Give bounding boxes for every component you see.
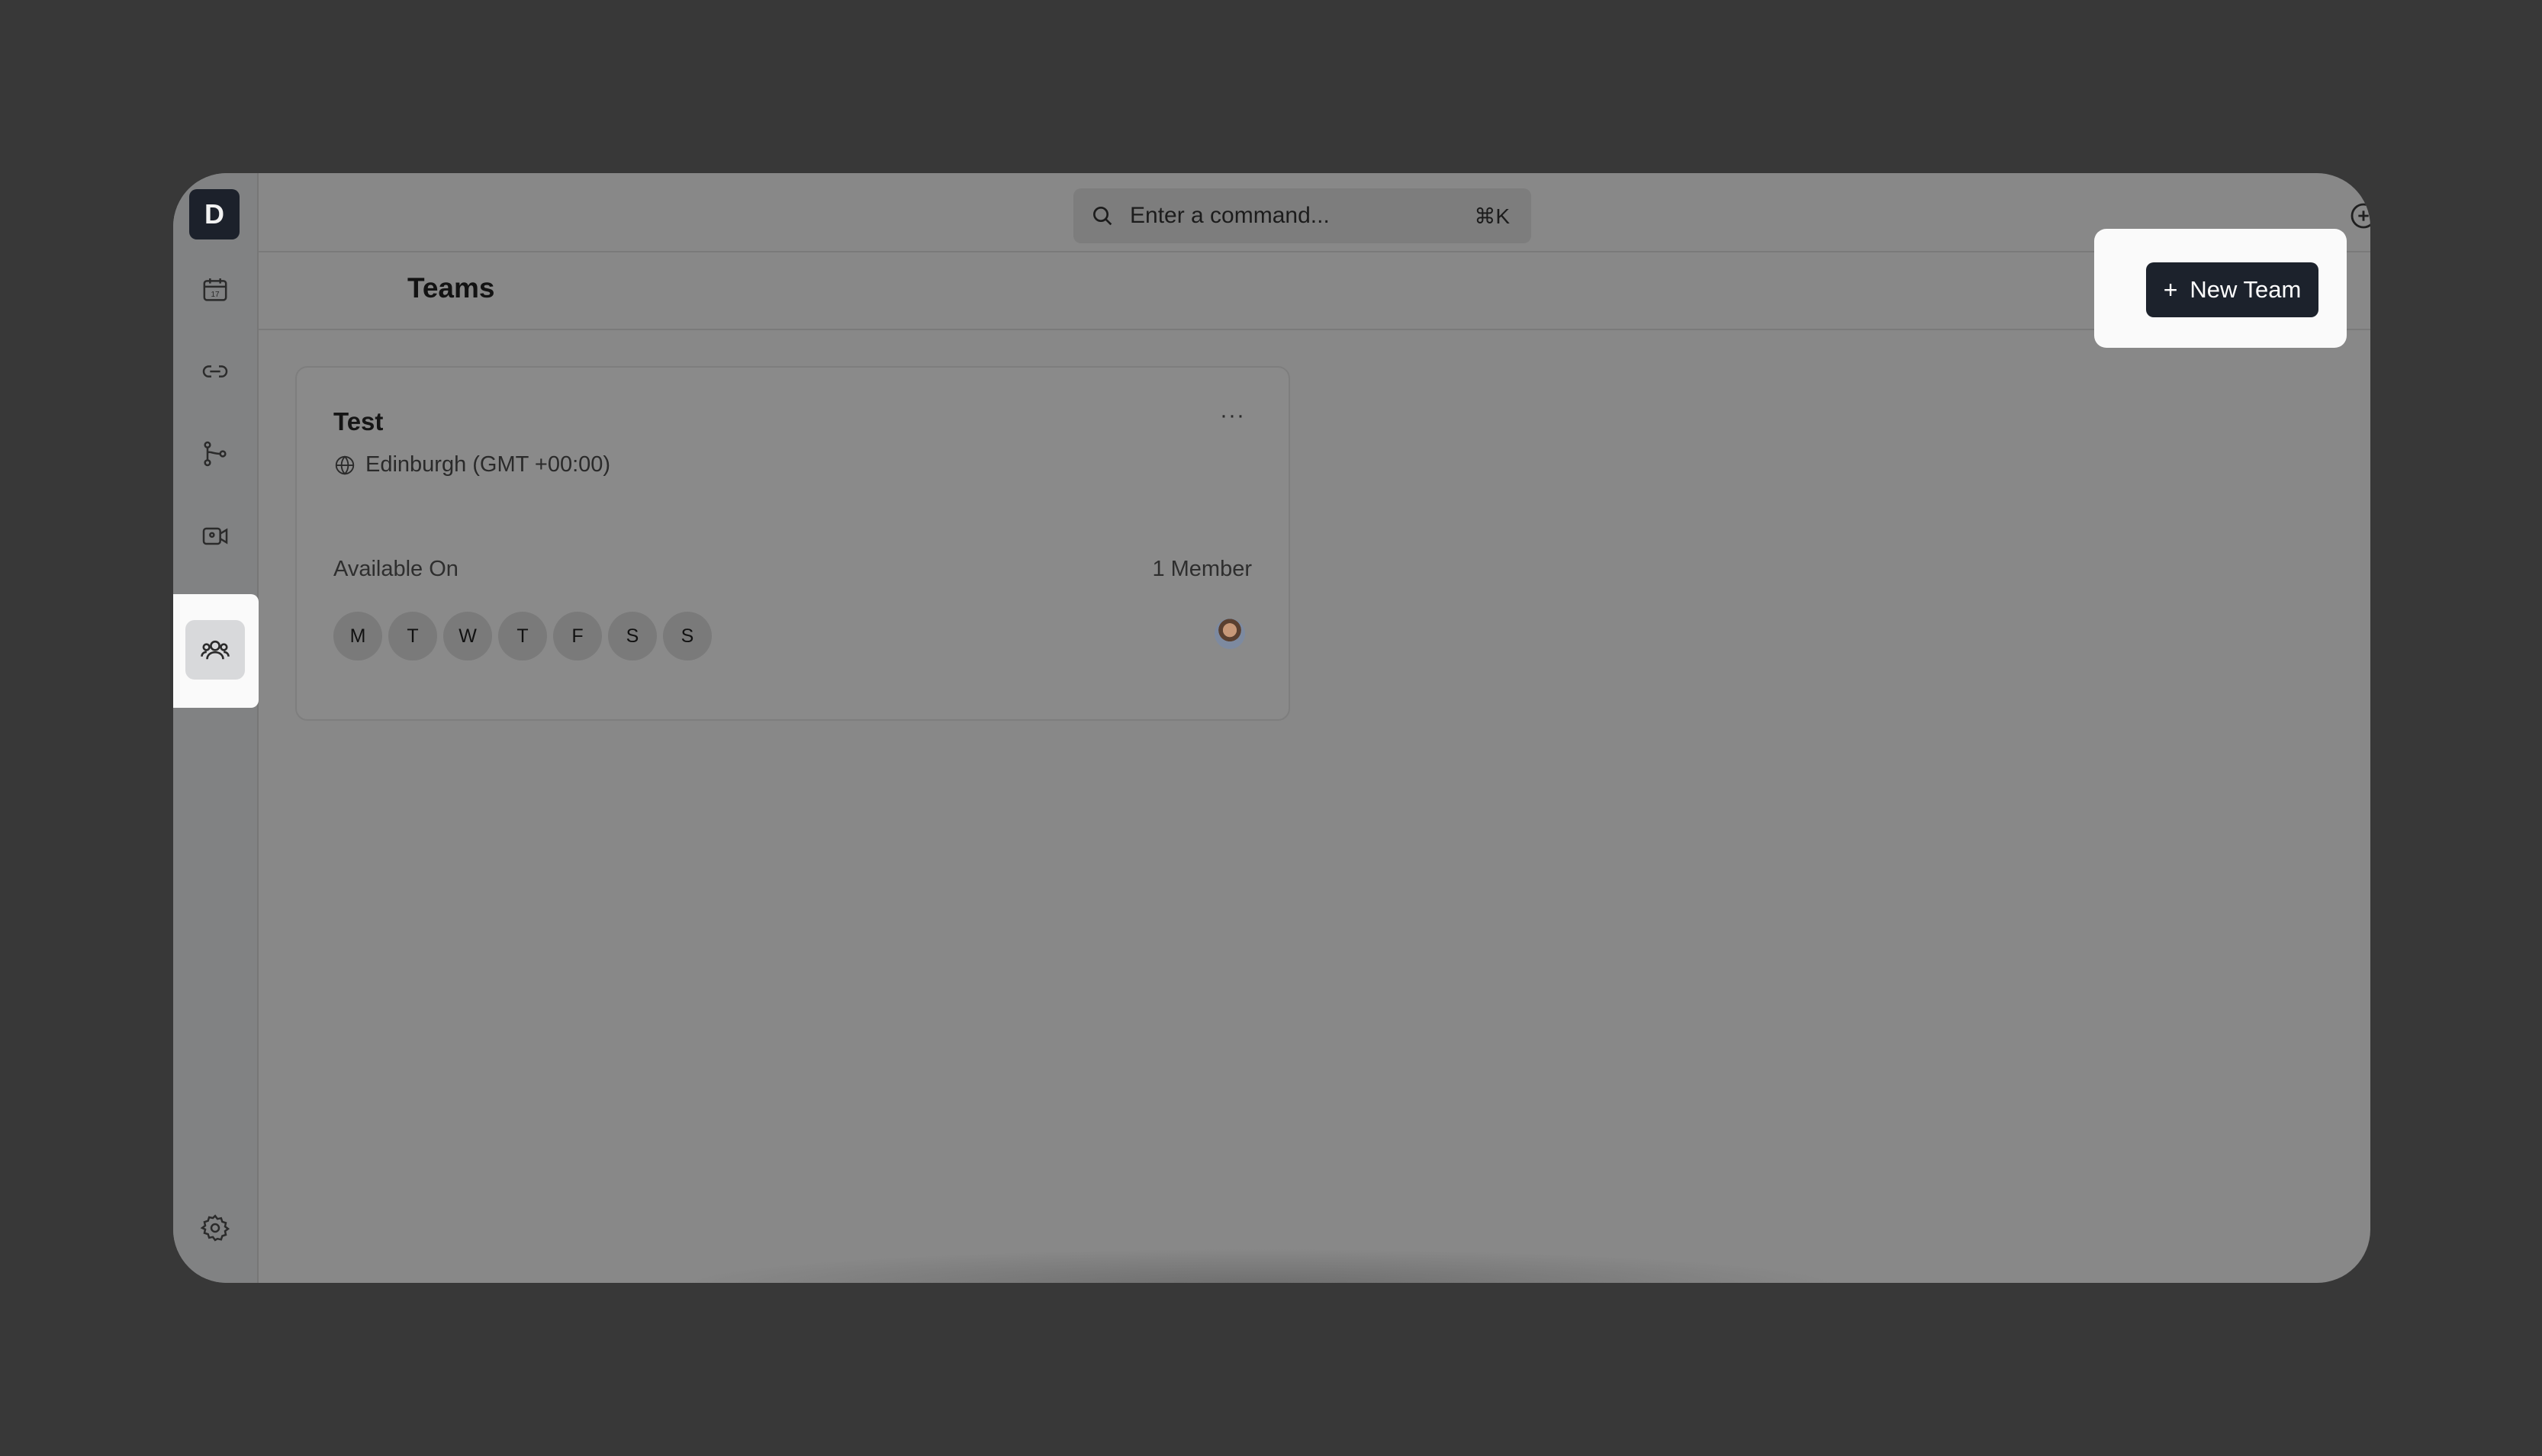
video-icon[interactable] [192,513,238,559]
sidebar: D 17 [173,173,259,1283]
top-bar: ⌘K [259,173,2370,252]
calendar-icon[interactable]: 17 [192,267,238,313]
day-sunday: S [663,612,712,661]
workflow-icon[interactable] [192,431,238,477]
command-search[interactable]: ⌘K [1073,188,1531,243]
day-saturday: S [608,612,657,661]
search-input[interactable] [1128,202,1459,230]
search-icon [1093,207,1112,226]
team-timezone: Edinburgh (GMT +00:00) [333,452,610,477]
sidebar-item-teams[interactable] [173,594,259,708]
app-window: D 17 ⌘K Teams [173,173,2370,1283]
link-icon[interactable] [192,349,238,394]
plus-icon: + [2163,275,2178,304]
page-title: Teams [407,272,495,304]
available-on-label: Available On [333,557,459,581]
day-thursday: T [498,612,547,661]
new-team-button[interactable]: + New Team [2146,262,2318,317]
timezone-text: Edinburgh (GMT +00:00) [365,452,611,477]
member-avatar[interactable] [1215,619,1245,649]
add-circle-icon[interactable] [2348,201,2370,231]
team-name: Test [333,407,384,436]
day-friday: F [553,612,602,661]
globe-icon [335,455,355,475]
page-header [259,252,2370,330]
bottom-shadow [669,1249,1852,1283]
day-tuesday: T [388,612,437,661]
shortcut-hint: ⌘K [1474,204,1510,228]
gear-icon[interactable] [192,1205,238,1251]
available-days: M T W T F S S [333,612,712,661]
day-monday: M [333,612,382,661]
users-icon[interactable] [185,620,245,680]
team-menu-button[interactable]: ··· [1220,403,1245,429]
svg-text:17: 17 [211,291,220,299]
app-logo[interactable]: D [189,189,240,239]
day-wednesday: W [443,612,492,661]
member-count: 1 Member [1152,557,1252,581]
new-team-label: New Team [2190,276,2302,303]
team-card[interactable]: Test ··· Edinburgh (GMT +00:00) Availabl… [295,366,1290,721]
